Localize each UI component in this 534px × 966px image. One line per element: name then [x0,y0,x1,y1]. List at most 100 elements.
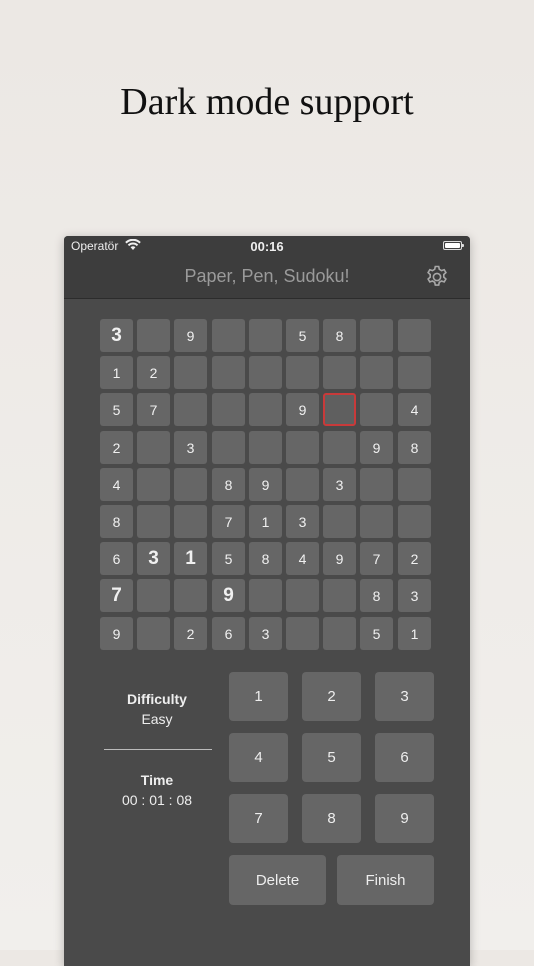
number-key-5[interactable]: 5 [302,733,361,782]
sudoku-cell[interactable]: 1 [398,617,431,650]
sudoku-cell[interactable]: 7 [137,393,170,426]
sudoku-cell[interactable]: 3 [100,319,133,352]
sudoku-cell[interactable]: 9 [286,393,319,426]
sudoku-cell[interactable] [249,431,282,464]
sudoku-cell[interactable] [360,468,393,501]
sudoku-cell[interactable]: 9 [323,542,356,575]
sudoku-cell[interactable]: 7 [212,505,245,538]
sudoku-cell[interactable]: 8 [360,579,393,612]
sudoku-cell[interactable]: 7 [360,542,393,575]
sudoku-cell[interactable] [212,356,245,389]
number-key-4[interactable]: 4 [229,733,288,782]
finish-button[interactable]: Finish [337,855,434,905]
sudoku-cell[interactable] [249,319,282,352]
sudoku-cell[interactable] [212,393,245,426]
sudoku-cell[interactable]: 4 [100,468,133,501]
sudoku-cell[interactable]: 2 [137,356,170,389]
sudoku-cell[interactable] [137,505,170,538]
sudoku-cell[interactable]: 2 [100,431,133,464]
sudoku-cell[interactable] [174,505,207,538]
sudoku-cell[interactable] [323,617,356,650]
sudoku-cell[interactable] [398,505,431,538]
sudoku-cell[interactable]: 9 [100,617,133,650]
number-key-7[interactable]: 7 [229,794,288,843]
number-key-6[interactable]: 6 [375,733,434,782]
sudoku-cell[interactable] [212,319,245,352]
time-value: 00 : 01 : 08 [121,792,193,808]
difficulty-label: Difficulty [127,691,187,707]
sudoku-cell[interactable]: 6 [212,617,245,650]
sudoku-board: 3958125794239848938713631584972798392635… [100,319,433,652]
number-key-3[interactable]: 3 [375,672,434,721]
sudoku-cell[interactable] [137,617,170,650]
sudoku-cell[interactable]: 8 [100,505,133,538]
sudoku-cell[interactable]: 3 [249,617,282,650]
sudoku-cell[interactable]: 1 [174,542,207,575]
sudoku-cell[interactable] [398,319,431,352]
sudoku-cell[interactable] [286,617,319,650]
sudoku-cell[interactable] [360,356,393,389]
sudoku-cell[interactable] [137,579,170,612]
sudoku-cell[interactable] [286,579,319,612]
sudoku-cell[interactable] [360,319,393,352]
sudoku-cell[interactable] [360,393,393,426]
sudoku-cell[interactable] [323,505,356,538]
sudoku-cell[interactable]: 3 [323,468,356,501]
sudoku-cell[interactable]: 3 [137,542,170,575]
sudoku-cell[interactable]: 4 [398,393,431,426]
sudoku-cell[interactable] [174,393,207,426]
sudoku-cell[interactable] [137,468,170,501]
sudoku-cell[interactable] [249,579,282,612]
sudoku-cell[interactable]: 8 [212,468,245,501]
sudoku-cell[interactable]: 3 [398,579,431,612]
sudoku-cell[interactable] [249,356,282,389]
number-key-2[interactable]: 2 [302,672,361,721]
number-keypad: Delete Finish 123 456 789 [229,672,434,942]
sudoku-cell[interactable]: 2 [174,617,207,650]
sudoku-cell[interactable] [360,505,393,538]
sudoku-cell[interactable] [286,468,319,501]
number-key-1[interactable]: 1 [229,672,288,721]
sudoku-cell[interactable]: 5 [100,393,133,426]
sudoku-cell[interactable]: 9 [249,468,282,501]
sudoku-cell[interactable]: 5 [212,542,245,575]
sudoku-cell[interactable] [323,393,356,426]
sudoku-cell[interactable]: 3 [286,505,319,538]
sudoku-cell[interactable] [323,579,356,612]
sudoku-cell[interactable] [212,431,245,464]
sudoku-cell[interactable]: 2 [398,542,431,575]
sudoku-cell[interactable] [286,356,319,389]
sudoku-cell[interactable]: 5 [286,319,319,352]
sudoku-cell[interactable]: 9 [360,431,393,464]
sudoku-cell[interactable]: 9 [174,319,207,352]
sudoku-cell[interactable] [286,431,319,464]
sudoku-cell[interactable] [137,431,170,464]
app-title: Paper, Pen, Sudoku! [184,266,350,286]
number-key-9[interactable]: 9 [375,794,434,843]
sudoku-cell[interactable]: 8 [398,431,431,464]
number-key-8[interactable]: 8 [302,794,361,843]
sudoku-cell[interactable] [137,319,170,352]
sudoku-cell[interactable]: 6 [100,542,133,575]
sudoku-cell[interactable]: 3 [174,431,207,464]
sudoku-cell[interactable]: 1 [100,356,133,389]
sudoku-cell[interactable]: 5 [360,617,393,650]
sudoku-cell[interactable] [174,356,207,389]
sudoku-cell[interactable] [323,356,356,389]
sudoku-cell[interactable] [398,468,431,501]
sudoku-cell[interactable]: 8 [323,319,356,352]
sudoku-cell[interactable] [398,356,431,389]
sudoku-cell[interactable] [174,579,207,612]
sudoku-cell[interactable]: 4 [286,542,319,575]
status-time: 00:16 [250,239,284,254]
sudoku-cell[interactable]: 1 [249,505,282,538]
sudoku-cell[interactable]: 8 [249,542,282,575]
sudoku-cell[interactable] [249,393,282,426]
delete-button[interactable]: Delete [229,855,326,905]
sudoku-cell[interactable] [323,431,356,464]
sudoku-cell[interactable] [174,468,207,501]
sudoku-cell[interactable]: 9 [212,579,245,612]
sudoku-cell[interactable]: 7 [100,579,133,612]
gear-icon[interactable] [424,264,450,290]
time-block: Time 00 : 01 : 08 [102,772,212,808]
